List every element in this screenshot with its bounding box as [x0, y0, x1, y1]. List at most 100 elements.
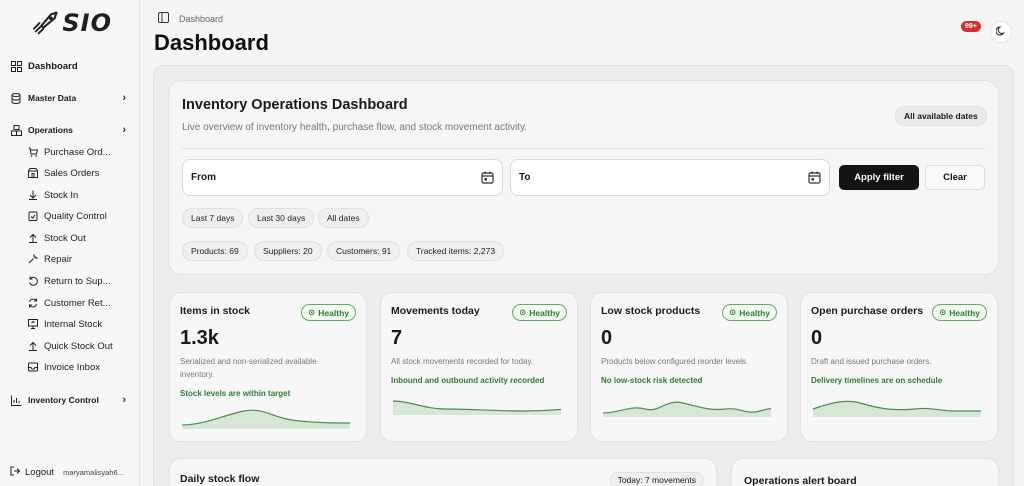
logo-text: SIO [62, 9, 112, 37]
sidebar-sub-label: Internal Stock [44, 318, 103, 330]
sparkline [392, 400, 561, 415]
card-value: 0 [601, 327, 613, 349]
sidebar-item-operations[interactable]: Operations › [10, 121, 134, 139]
sidebar-sub-label: Quality Control [44, 210, 107, 222]
inbox-icon [28, 362, 38, 372]
sidebar-item-master-data[interactable]: Master Data › [10, 89, 134, 107]
card-status: Inbound and outbound activity recorded [391, 376, 545, 385]
sidebar-sub-label: Purchase Ord... [44, 146, 111, 158]
arrow-up-icon [28, 233, 38, 243]
count-tracked-items: Tracked items: 2,273 [407, 241, 505, 261]
today-movements-pill: Today: 7 movements [609, 472, 704, 486]
card-value: 7 [391, 327, 403, 349]
sidebar-sub-quick-stock-out[interactable]: Quick Stock Out [28, 337, 136, 355]
clipboard-check-icon [28, 211, 38, 221]
badge-label: Healthy [529, 307, 560, 318]
sidebar-sub-return-to-supplier[interactable]: Return to Sup... [28, 272, 136, 290]
logout-icon [10, 466, 21, 479]
sidebar-sub-customer-return[interactable]: Customer Ret... [28, 294, 136, 312]
chevron-right-icon: › [122, 92, 126, 104]
sidebar-toggle-icon[interactable] [158, 12, 169, 25]
sidebar-item-dashboard[interactable]: Dashboard [10, 57, 134, 75]
card-value: 1.3k [180, 327, 219, 349]
card-description: All stock movements recorded for today. [391, 357, 534, 366]
from-label: From [191, 172, 216, 183]
operations-alert-board-card: Operations alert board [731, 458, 999, 486]
card-description: Products below configured reorder levels… [601, 357, 749, 366]
sidebar-sub-stock-out[interactable]: Stock Out [28, 229, 136, 247]
sidebar-sub-quality-control[interactable]: Quality Control [28, 207, 136, 225]
count-products: Products: 69 [182, 241, 248, 261]
count-customers: Customers: 91 [327, 241, 401, 261]
undo-icon [28, 276, 38, 286]
card-status: Stock levels are within target [180, 389, 291, 398]
card-title: Movements today [391, 305, 480, 317]
store-icon [28, 168, 38, 178]
check-circle-icon: ⊙ [308, 307, 316, 317]
status-badge: ⊙ Healthy [722, 304, 777, 321]
sidebar-sub-purchase-orders[interactable]: Purchase Ord... [28, 143, 136, 161]
hero-subtitle: Live overview of inventory health, purch… [182, 122, 527, 133]
stat-card-movements-today: Movements today ⊙ Healthy 7 All stock mov… [380, 292, 578, 442]
breadcrumb-current[interactable]: Dashboard [179, 14, 223, 24]
card-description: Serialized and non-serialized available … [180, 357, 317, 379]
card-title: Daily stock flow [180, 473, 260, 485]
check-circle-icon: ⊙ [729, 307, 737, 317]
card-title: Operations alert board [744, 475, 857, 486]
preset-all-dates[interactable]: All dates [318, 208, 369, 228]
sidebar: SIO Dashboard Master Data › Operations ›… [0, 0, 140, 486]
sidebar-item-label: Dashboard [28, 60, 78, 72]
sidebar-sub-stock-in[interactable]: Stock In [28, 186, 136, 204]
card-status: Delivery timelines are on schedule [811, 376, 943, 385]
sidebar-sub-invoice-inbox[interactable]: Invoice Inbox [28, 358, 136, 376]
logo[interactable]: SIO [32, 8, 112, 38]
calendar-icon[interactable] [481, 171, 494, 187]
check-circle-icon: ⊙ [519, 307, 527, 317]
clear-button[interactable]: Clear [925, 165, 985, 190]
hero-title: Inventory Operations Dashboard [182, 97, 408, 113]
check-circle-icon: ⊙ [939, 307, 947, 317]
sparkline [181, 409, 350, 429]
stat-card-low-stock-products: Low stock products ⊙ Healthy 0 Products b… [590, 292, 788, 442]
sidebar-item-label: Operations [28, 125, 73, 135]
apply-filter-button[interactable]: Apply filter [839, 165, 919, 190]
sidebar-item-inventory-control[interactable]: Inventory Control › [10, 391, 134, 409]
bar-chart-icon [10, 394, 22, 406]
divider [182, 148, 985, 149]
moon-icon [995, 23, 1006, 41]
monitor-icon [28, 319, 38, 329]
badge-label: Healthy [318, 307, 349, 318]
arrow-up-icon [28, 341, 38, 351]
preset-last-30-days[interactable]: Last 30 days [248, 208, 315, 228]
calendar-icon[interactable] [808, 171, 821, 187]
rocket-logo-icon [32, 11, 58, 35]
date-range-pill: All available dates [895, 106, 987, 126]
sidebar-sub-repair[interactable]: Repair [28, 250, 136, 268]
page-title: Dashboard [154, 30, 269, 55]
sidebar-sub-internal-stock[interactable]: Internal Stock [28, 315, 136, 333]
chevron-right-icon: › [122, 394, 126, 406]
grid-icon [10, 60, 22, 72]
notifications-button[interactable]: 99+ [961, 21, 985, 43]
status-badge: ⊙ Healthy [512, 304, 567, 321]
chevron-right-icon: › [122, 124, 126, 136]
theme-toggle-button[interactable] [990, 21, 1012, 43]
status-badge: ⊙ Healthy [932, 304, 987, 321]
card-title: Open purchase orders [811, 305, 924, 317]
boxes-icon [10, 124, 22, 136]
database-icon [10, 92, 22, 104]
preset-last-7-days[interactable]: Last 7 days [182, 208, 244, 228]
logout-button[interactable]: Logout maryamalisyah6... [10, 466, 124, 479]
sidebar-sub-sales-orders[interactable]: Sales Orders [28, 164, 136, 182]
to-date-field[interactable]: To [510, 159, 830, 196]
breadcrumb: Dashboard [158, 12, 223, 25]
card-title: Low stock products [601, 305, 701, 317]
status-badge: ⊙ Healthy [301, 304, 356, 321]
from-date-field[interactable]: From [182, 159, 503, 196]
sidebar-sub-label: Return to Sup... [44, 275, 111, 287]
sidebar-sub-label: Stock In [44, 189, 79, 201]
to-label: To [519, 172, 531, 183]
sidebar-sub-label: Sales Orders [44, 167, 100, 179]
user-email: maryamalisyah6... [63, 468, 124, 477]
card-title: Items in stock [180, 305, 251, 317]
